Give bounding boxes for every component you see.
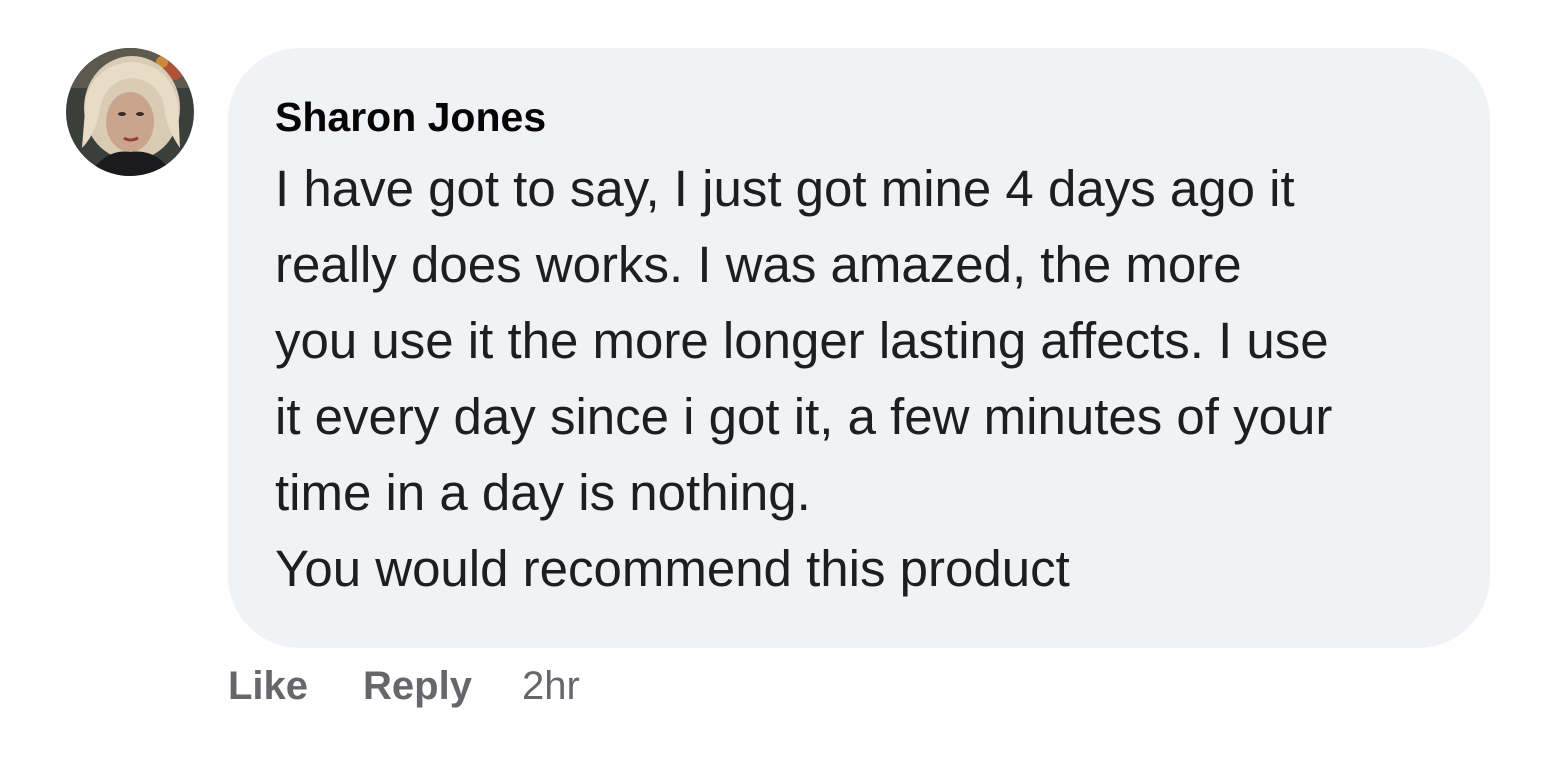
comment-text: I have got to say, I just got mine 4 day… [275,151,1450,607]
reply-button[interactable]: Reply [363,664,472,709]
like-button[interactable]: Like [228,664,308,709]
comment-text-line: it every day since i got it, a few minut… [275,388,1333,445]
comment-text-line: you use it the more longer lasting affec… [275,312,1329,369]
comment-bubble: Sharon Jones I have got to say, I just g… [228,48,1490,648]
comment-actions: Like Reply 2hr [228,660,580,712]
comment-text-line: time in a day is nothing. [275,464,811,521]
comment-timestamp[interactable]: 2hr [522,664,580,709]
avatar[interactable] [66,48,194,176]
profile-photo-icon [66,48,194,176]
comment-author-name[interactable]: Sharon Jones [275,91,1450,143]
comment-text-line: You would recommend this product [275,540,1070,597]
comment-text-line: I have got to say, I just got mine 4 day… [275,160,1295,217]
comment-text-line: really does works. I was amazed, the mor… [275,236,1242,293]
